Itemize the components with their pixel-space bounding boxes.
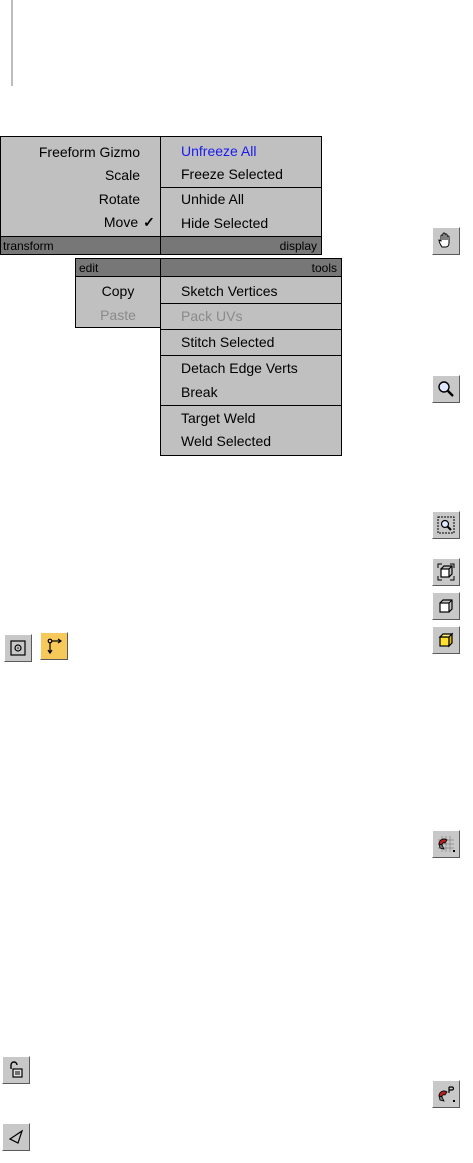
pan-hand-icon (438, 232, 450, 248)
menu-item-paste: Paste (100, 307, 136, 323)
divider-line (11, 0, 13, 86)
menu-item-move[interactable]: Move ✓ (1, 210, 160, 235)
zoom-extents-button[interactable] (432, 558, 460, 586)
menu-item-unfreeze-all[interactable]: Unfreeze All (161, 139, 321, 164)
menu-item-hide-selected[interactable]: Hide Selected (161, 211, 321, 236)
grid-snap-magnet-icon (438, 836, 455, 852)
select-pointer-button[interactable] (2, 1123, 30, 1151)
select-pointer-icon (8, 1129, 24, 1144)
zoom-extents-icon (437, 563, 455, 581)
check-icon: ✓ (143, 214, 155, 230)
transform-menu: Freeform Gizmo Scale Rotate Move ✓ (0, 136, 161, 237)
menu-item-stitch-selected[interactable]: Stitch Selected (161, 330, 341, 355)
edit-header: edit (75, 258, 161, 277)
menu-item-unhide-all[interactable]: Unhide All (161, 187, 321, 212)
display-header-label: display (279, 239, 317, 253)
zoom-extents-selected-active-icon (438, 632, 454, 648)
zoom-button[interactable] (432, 375, 460, 403)
lock-selected-button[interactable] (2, 1056, 30, 1084)
zoom-extents-selected-active-button[interactable] (432, 626, 460, 654)
zoom-region-button[interactable] (432, 511, 460, 539)
menu-item-scale[interactable]: Scale (1, 163, 160, 188)
transform-header: transform (0, 236, 161, 255)
menu-item-freeze-selected[interactable]: Freeze Selected (161, 162, 321, 187)
menu-item-freeform-gizmo[interactable]: Freeform Gizmo (1, 140, 160, 165)
menu-item-weld-selected[interactable]: Weld Selected (161, 429, 341, 454)
tools-header: tools (160, 258, 342, 277)
freeform-mode-button[interactable] (4, 634, 32, 662)
freeform-mode-icon (10, 640, 26, 656)
menu-item-copy[interactable]: Copy (76, 279, 160, 304)
display-header: display (160, 236, 322, 255)
move-mode-icon (47, 638, 63, 655)
edit-menu: Copy Paste (75, 276, 161, 328)
display-menu: Unfreeze All Freeze Selected Unhide All … (160, 136, 322, 237)
menu-item-detach-edge-verts[interactable]: Detach Edge Verts (161, 356, 341, 381)
menu-item-rotate[interactable]: Rotate (1, 187, 160, 212)
menu-item-sketch-vertices[interactable]: Sketch Vertices (161, 279, 341, 304)
pixel-snap-magnet-icon (438, 1086, 455, 1102)
zoom-region-icon (437, 516, 455, 534)
menu-item-target-weld[interactable]: Target Weld (161, 406, 341, 431)
pan-button[interactable] (432, 227, 460, 255)
zoom-icon (438, 381, 454, 397)
transform-header-label: transform (3, 239, 54, 253)
pixel-snap-button[interactable] (432, 1080, 460, 1108)
grid-snap-button[interactable] (432, 830, 460, 858)
zoom-extents-selected-icon (439, 599, 453, 613)
move-mode-button[interactable] (40, 632, 68, 660)
tools-menu: Sketch Vertices Pack UVs Stitch Selected… (160, 276, 342, 456)
menu-item-move-label: Move (103, 214, 139, 230)
menu-item-break[interactable]: Break (161, 380, 341, 405)
lock-selected-icon (10, 1061, 23, 1078)
menu-item-pack-uvs: Pack UVs (181, 308, 243, 324)
zoom-extents-selected-button[interactable] (432, 592, 460, 620)
